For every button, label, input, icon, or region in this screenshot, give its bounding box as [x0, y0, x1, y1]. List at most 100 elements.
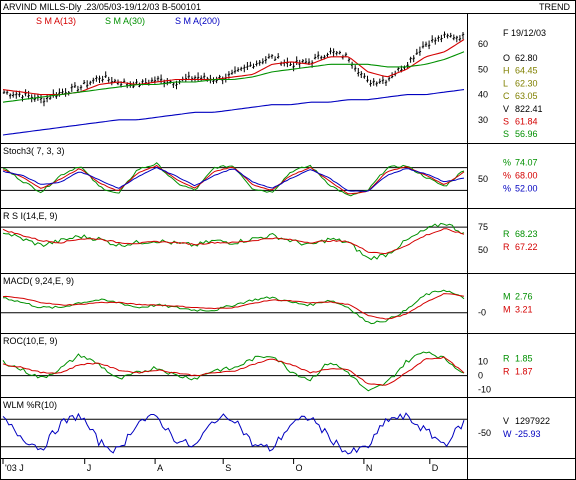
- price-bar: [313, 53, 317, 60]
- price-bar: [366, 75, 369, 83]
- date-label: F 19/12/03: [503, 28, 546, 38]
- price-bar: [240, 66, 243, 72]
- price-bar: [52, 89, 55, 98]
- price-bar: [384, 79, 388, 86]
- price-bar: [461, 32, 465, 40]
- stoch-readout-value: 74.07: [515, 158, 538, 168]
- price-bar: [424, 41, 428, 47]
- price-bar: [298, 59, 301, 69]
- price-bar: [409, 56, 412, 63]
- stoch-readout-key: %: [503, 158, 511, 168]
- price-tick-60: 60: [478, 39, 488, 49]
- price-bar: [449, 32, 452, 38]
- price-bar: [452, 34, 455, 41]
- price-bar: [397, 67, 400, 72]
- price-bar: [455, 35, 458, 43]
- price-bar: [203, 72, 206, 80]
- x-tick-label: J: [87, 463, 92, 473]
- price-series-3: [2, 89, 465, 136]
- price-bar: [86, 80, 89, 89]
- price-bar: [230, 69, 234, 75]
- chart-svg: ARVIND MILLS-Dly .23/05/03-19/12/03 B-50…: [0, 0, 576, 480]
- price-readout-key: S: [503, 129, 509, 139]
- price-bar: [440, 34, 443, 43]
- price-bar: [2, 90, 6, 94]
- roc-tick: 10: [478, 357, 488, 367]
- price-bar: [107, 76, 110, 83]
- price-readout-key: O: [503, 53, 510, 63]
- price-bar: [101, 75, 104, 83]
- price-bar: [363, 73, 366, 79]
- rsi-tick: 75: [478, 222, 488, 232]
- price-readout-value: 56.96: [515, 129, 538, 139]
- roc-tick: -10: [478, 384, 491, 394]
- x-tick-label: '03 J: [5, 463, 24, 473]
- price-bar: [76, 85, 80, 92]
- price-bar: [193, 75, 197, 82]
- trend-label: TREND: [539, 2, 570, 12]
- price-readout-value: 61.84: [515, 117, 538, 127]
- price-bar: [45, 94, 49, 103]
- rsi-title: R S I(14,E, 9): [3, 211, 58, 221]
- price-bar: [418, 46, 422, 56]
- price-tick-30: 30: [478, 115, 488, 125]
- roc-readout-value: 1.87: [515, 367, 533, 377]
- price-bar: [233, 66, 237, 74]
- wlm-readout-key: V: [503, 416, 509, 426]
- rsi-readout-value: 68.23: [515, 229, 538, 239]
- macd-readout-value: 2.76: [515, 292, 533, 302]
- price-bar: [320, 55, 323, 60]
- price-bar: [95, 75, 98, 82]
- macd-title: MACD( 9,24,E, 9): [3, 276, 74, 286]
- wlm-title: WLM %R(10): [3, 400, 57, 410]
- price-bar: [159, 74, 163, 84]
- wlm-readout-key: W: [503, 429, 512, 439]
- price-bar: [243, 64, 246, 73]
- price-bar: [64, 88, 67, 97]
- price-bar: [378, 78, 381, 84]
- roc-readout-key: R: [503, 367, 510, 377]
- price-bar: [187, 71, 190, 81]
- price-bar: [458, 35, 462, 42]
- price-bar: [360, 71, 363, 78]
- price-bar: [431, 35, 434, 43]
- price-bar: [369, 79, 372, 87]
- price-bar: [372, 78, 375, 86]
- price-bar: [326, 52, 329, 57]
- x-tick-label: O: [296, 463, 303, 473]
- price-bar: [354, 65, 357, 72]
- price-bar: [375, 81, 378, 87]
- price-bar: [249, 61, 252, 67]
- price-bar: [412, 55, 415, 63]
- macd-series-1: [2, 289, 465, 325]
- price-bar: [427, 40, 431, 50]
- price-bar: [289, 62, 292, 66]
- stoch-title: Stoch3( 7, 3, 3): [3, 146, 65, 156]
- price-bar: [252, 63, 255, 69]
- price-bar: [295, 56, 298, 65]
- stoch-tick: 50: [478, 174, 488, 184]
- price-readout-value: 62.80: [515, 53, 538, 63]
- price-bar: [270, 54, 274, 59]
- price-bar: [434, 37, 437, 45]
- roc-title: ROC(10,E, 9): [3, 336, 58, 346]
- price-bar: [246, 62, 249, 70]
- price-bar: [332, 48, 335, 57]
- rsi-readout-key: R: [503, 229, 510, 239]
- legend-1: S M A(13): [36, 16, 76, 26]
- price-bar: [104, 71, 107, 78]
- price-readout-key: H: [503, 66, 510, 76]
- price-bar: [273, 56, 277, 61]
- price-bar: [329, 47, 332, 55]
- roc-tick: 0: [478, 371, 483, 381]
- price-bar: [437, 35, 440, 42]
- price-bar: [82, 80, 86, 85]
- price-bar: [92, 77, 95, 84]
- macd-readout-key: M: [503, 292, 511, 302]
- legend-2: S M A(30): [105, 16, 145, 26]
- wlm-tick: -50: [478, 428, 491, 438]
- price-bar: [350, 61, 354, 69]
- price-bar: [79, 84, 83, 91]
- price-bar: [39, 94, 43, 104]
- price-bar: [292, 61, 295, 72]
